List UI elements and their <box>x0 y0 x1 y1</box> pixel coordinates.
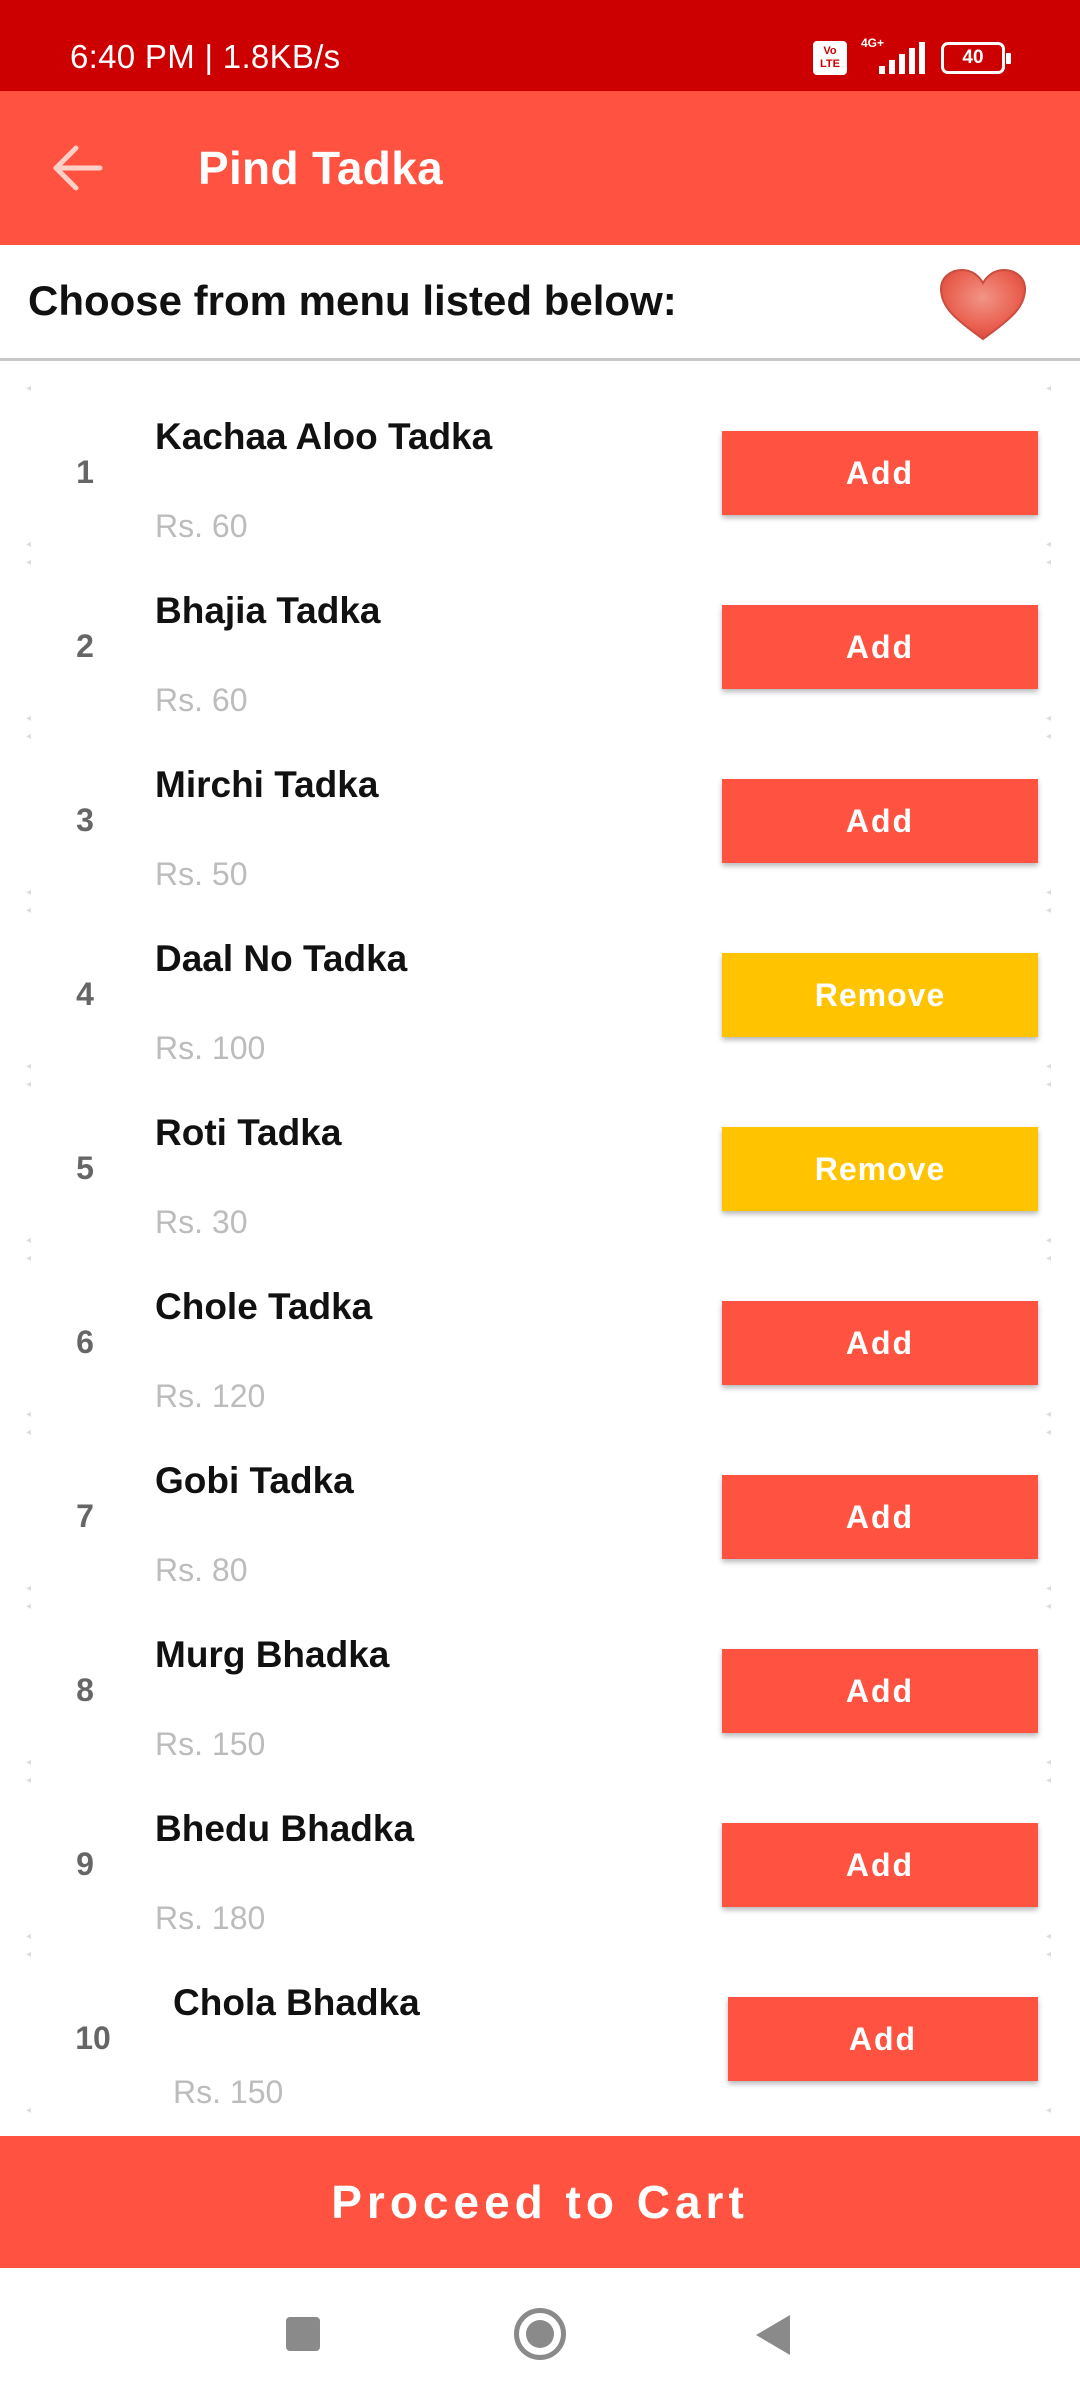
app-bar: Pind Tadka <box>0 91 1080 245</box>
add-button[interactable]: Add <box>722 779 1038 863</box>
remove-button[interactable]: Remove <box>722 953 1038 1037</box>
circle-home-icon[interactable] <box>514 2308 566 2360</box>
favorite-button[interactable] <box>935 265 1031 345</box>
proceed-to-cart-button[interactable]: Proceed to Cart <box>0 2136 1080 2268</box>
heart-icon <box>939 268 1027 341</box>
item-price: Rs. 150 <box>173 2074 284 2110</box>
item-price: Rs. 50 <box>155 856 248 892</box>
menu-item: ◂ ◂ ◂ ◂ 5 Roti Tadka Rs. 30 Remove <box>26 1079 1052 1246</box>
add-button[interactable]: Add <box>722 605 1038 689</box>
square-icon[interactable] <box>286 2317 320 2351</box>
add-button[interactable]: Add <box>728 1997 1038 2081</box>
menu-item: ◂ ◂ ◂ ◂ 7 Gobi Tadka Rs. 80 Add <box>26 1427 1052 1594</box>
menu-item: ◂ ◂ ◂ ◂ 3 Mirchi Tadka Rs. 50 Add <box>26 731 1052 898</box>
item-name: Bhajia Tadka <box>155 590 381 631</box>
arrow-left-icon <box>53 145 103 191</box>
system-nav-bar <box>0 2268 1080 2400</box>
item-number: 8 <box>76 1672 94 1708</box>
item-number: 4 <box>76 976 94 1012</box>
add-button[interactable]: Add <box>722 1823 1038 1907</box>
item-name: Gobi Tadka <box>155 1460 354 1501</box>
item-price: Rs. 120 <box>155 1378 266 1414</box>
menu-item: ◂ ◂ ◂ ◂ 10 Chola Bhadka Rs. 150 Add <box>26 1949 1052 2116</box>
item-number: 9 <box>76 1846 94 1882</box>
menu-item: ◂ ◂ ◂ ◂ 1 Kachaa Aloo Tadka Rs. 60 Add <box>26 383 1052 550</box>
add-button[interactable]: Add <box>722 431 1038 515</box>
menu-item: ◂ ◂ ◂ ◂ 2 Bhajia Tadka Rs. 60 Add <box>26 557 1052 724</box>
item-number: 7 <box>76 1498 94 1534</box>
add-button[interactable]: Add <box>722 1475 1038 1559</box>
status-bar: 6:40 PM | 1.8KB/s Vo LTE 4G+ 40 <box>0 0 1080 91</box>
volte-icon: Vo LTE <box>813 41 847 75</box>
item-number: 2 <box>76 628 94 664</box>
item-price: Rs. 150 <box>155 1726 266 1762</box>
item-price: Rs. 180 <box>155 1900 266 1936</box>
item-price: Rs. 80 <box>155 1552 248 1588</box>
item-name: Bhedu Bhadka <box>155 1808 415 1849</box>
item-name: Mirchi Tadka <box>155 764 379 805</box>
item-number: 6 <box>76 1324 94 1360</box>
status-time: 6:40 PM | 1.8KB/s <box>70 38 341 75</box>
item-name: Chola Bhadka <box>173 1982 420 2023</box>
menu-item: ◂ ◂ ◂ ◂ 8 Murg Bhadka Rs. 150 Add <box>26 1601 1052 1768</box>
item-number: 10 <box>75 2020 111 2056</box>
item-price: Rs. 60 <box>155 508 248 544</box>
menu-item: ◂ ◂ ◂ ◂ 9 Bhedu Bhadka Rs. 180 Add <box>26 1775 1052 1942</box>
back-button[interactable] <box>48 138 108 198</box>
page-title: Pind Tadka <box>198 142 443 194</box>
add-button[interactable]: Add <box>722 1301 1038 1385</box>
item-number: 1 <box>76 454 94 490</box>
item-price: Rs. 30 <box>155 1204 248 1240</box>
triangle-back-icon[interactable] <box>756 2315 790 2355</box>
item-price: Rs. 60 <box>155 682 248 718</box>
item-name: Chole Tadka <box>155 1286 373 1327</box>
menu-item: ◂ ◂ ◂ ◂ 6 Chole Tadka Rs. 120 Add <box>26 1253 1052 1420</box>
item-number: 5 <box>76 1150 94 1186</box>
remove-button[interactable]: Remove <box>722 1127 1038 1211</box>
menu-header: Choose from menu listed below: <box>0 245 1080 361</box>
status-icons: Vo LTE 4G+ 40 <box>813 36 1011 78</box>
item-name: Murg Bhadka <box>155 1634 390 1675</box>
item-name: Kachaa Aloo Tadka <box>155 416 493 457</box>
menu-item: ◂ ◂ ◂ ◂ 4 Daal No Tadka Rs. 100 Remove <box>26 905 1052 1072</box>
add-button[interactable]: Add <box>722 1649 1038 1733</box>
item-name: Roti Tadka <box>155 1112 342 1153</box>
menu-heading: Choose from menu listed below: <box>28 277 677 324</box>
item-name: Daal No Tadka <box>155 938 408 979</box>
signal-icon: 4G+ <box>861 36 927 76</box>
item-number: 3 <box>76 802 94 838</box>
item-price: Rs. 100 <box>155 1030 266 1066</box>
battery-icon: 40 <box>941 42 1011 74</box>
